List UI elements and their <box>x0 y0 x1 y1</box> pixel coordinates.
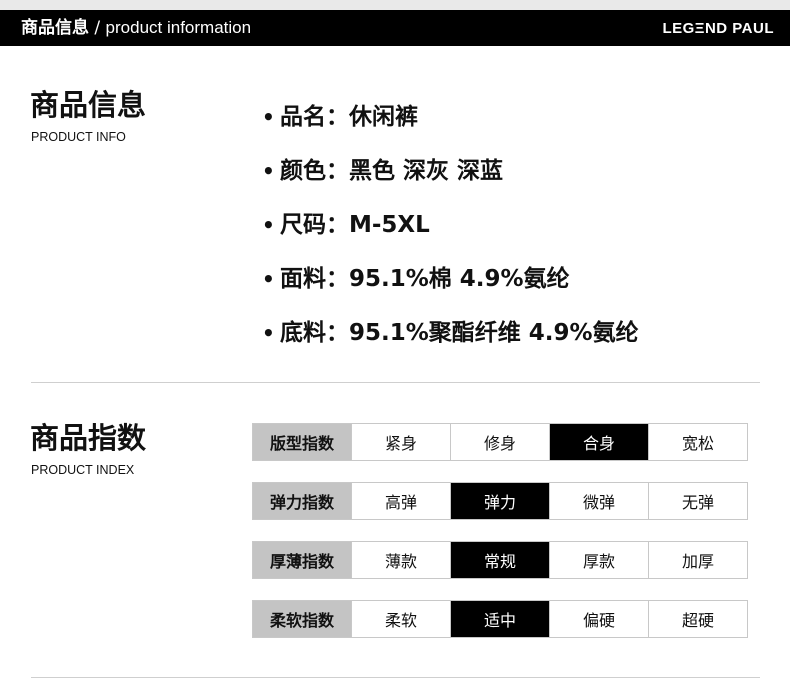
index-option: 超硬 <box>649 601 747 637</box>
header-title-cn: 商品信息 <box>21 18 89 38</box>
info-item: • 底料：95.1%聚酯纤维 4.9%氨纶 <box>262 316 639 370</box>
header-title-separator: / <box>89 18 106 38</box>
index-option: 微弹 <box>550 483 649 519</box>
index-row-thickness: 厚薄指数 薄款 常规 厚款 加厚 <box>252 541 748 579</box>
index-option: 厚款 <box>550 542 649 578</box>
index-option: 偏硬 <box>550 601 649 637</box>
info-item-value: 95.1%棉 4.9%氨纶 <box>349 266 570 292</box>
index-row-elasticity: 弹力指数 高弹 弹力 微弹 无弹 <box>252 482 748 520</box>
info-section-subtitle: PRODUCT INFO <box>31 130 126 144</box>
index-option: 高弹 <box>352 483 451 519</box>
index-option: 无弹 <box>649 483 747 519</box>
index-option: 紧身 <box>352 424 451 460</box>
info-item-value: 黑色 深灰 深蓝 <box>349 158 504 184</box>
index-section-subtitle: PRODUCT INDEX <box>31 463 135 477</box>
info-list: • 品名：休闲裤 • 颜色：黑色 深灰 深蓝 • 尺码：M-5XL • 面料：95.1%… <box>262 100 639 370</box>
index-option: 修身 <box>451 424 550 460</box>
info-item: • 尺码：M-5XL <box>262 208 639 262</box>
index-option: 柔软 <box>352 601 451 637</box>
index-option: 合身 <box>550 424 649 460</box>
brand-logo: LEGΞND PAUL <box>662 20 774 37</box>
top-strip <box>0 0 790 10</box>
section-divider <box>31 382 760 383</box>
info-item: • 颜色：黑色 深灰 深蓝 <box>262 154 639 208</box>
info-item-label: 品名： <box>280 104 349 130</box>
index-option: 适中 <box>451 601 550 637</box>
header-bar: 商品信息 / product information LEGΞND PAUL <box>0 10 790 46</box>
bottom-divider <box>31 677 760 678</box>
info-item-value: M-5XL <box>349 212 430 238</box>
info-item-value: 休闲裤 <box>349 104 418 130</box>
index-option: 薄款 <box>352 542 451 578</box>
info-item-label: 面料： <box>280 266 349 292</box>
header-title-en: product information <box>105 18 252 37</box>
index-option: 弹力 <box>451 483 550 519</box>
index-row-label: 版型指数 <box>253 424 352 460</box>
index-row-label: 弹力指数 <box>253 483 352 519</box>
info-item-label: 尺码： <box>280 212 349 238</box>
index-option: 常规 <box>451 542 550 578</box>
bullet-icon: • <box>262 267 275 291</box>
bullet-icon: • <box>262 159 275 183</box>
bullet-icon: • <box>262 321 275 345</box>
info-item: • 面料：95.1%棉 4.9%氨纶 <box>262 262 639 316</box>
info-item-label: 颜色： <box>280 158 349 184</box>
info-item-value: 95.1%聚酯纤维 4.9%氨纶 <box>349 320 639 346</box>
index-option: 宽松 <box>649 424 747 460</box>
bullet-icon: • <box>262 213 275 237</box>
index-option: 加厚 <box>649 542 747 578</box>
info-section-title: 商品信息 <box>30 88 147 122</box>
bullet-icon: • <box>262 105 275 129</box>
info-item: • 品名：休闲裤 <box>262 100 639 154</box>
header-title: 商品信息 / product information <box>21 18 251 38</box>
index-row-fit: 版型指数 紧身 修身 合身 宽松 <box>252 423 748 461</box>
index-row-label: 厚薄指数 <box>253 542 352 578</box>
info-item-label: 底料： <box>280 320 349 346</box>
index-section-title: 商品指数 <box>30 421 147 455</box>
index-row-softness: 柔软指数 柔软 适中 偏硬 超硬 <box>252 600 748 638</box>
index-row-label: 柔软指数 <box>253 601 352 637</box>
